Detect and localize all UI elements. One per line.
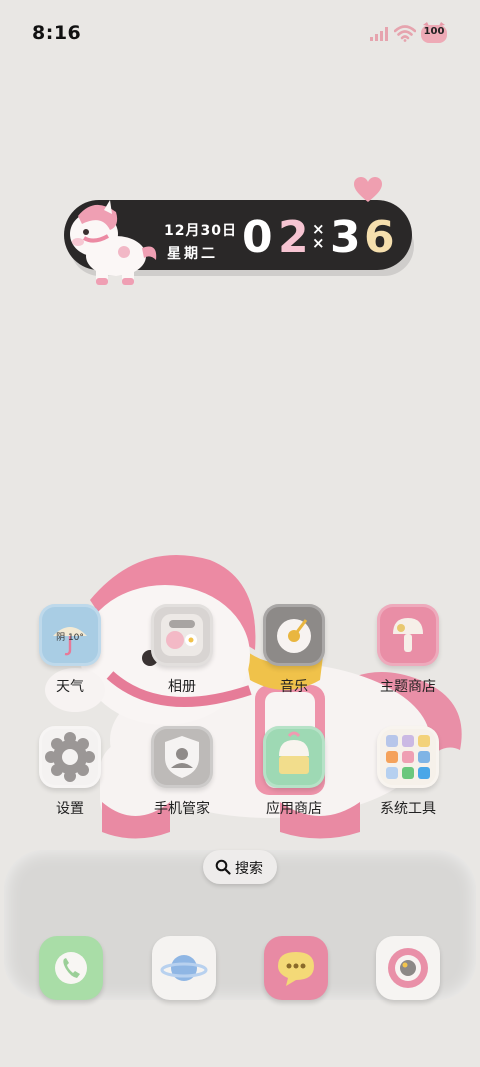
app-gallery-label: 相册 (168, 679, 196, 695)
search-label: 搜索 (235, 861, 263, 877)
app-theme-store[interactable]: 主题商店 (363, 604, 453, 696)
battery-level: 100 (423, 26, 445, 37)
status-time: 8:16 (32, 22, 82, 44)
app-theme-store-label: 主题商店 (380, 679, 436, 695)
widget-weekday: 星期二 (167, 246, 218, 262)
minute-digit-1: 3 (330, 212, 361, 263)
widget-date: 12月30日 (164, 223, 237, 239)
system-tools-folder-icon (377, 726, 439, 788)
wifi-icon (394, 25, 416, 42)
dock-messages-app[interactable] (264, 936, 328, 1000)
weather-summary: 阴 10° (56, 633, 84, 643)
signal-icon (370, 27, 388, 41)
status-bar: 8:16 100 (0, 0, 480, 68)
music-icon (263, 604, 325, 666)
hour-digit-2: 2 (278, 212, 309, 263)
pony-mascot-icon (70, 200, 157, 285)
app-gallery[interactable]: 相册 (137, 604, 227, 696)
gallery-icon (151, 604, 213, 666)
minute-digit-2: 6 (364, 212, 395, 263)
heart-icon (354, 177, 382, 202)
app-system-tools-label: 系统工具 (380, 801, 436, 817)
app-music[interactable]: 音乐 (249, 604, 339, 696)
time-separator-icon: × × (312, 220, 325, 252)
app-store-icon (263, 726, 325, 788)
app-weather[interactable]: 阴 10° 天气 (25, 604, 115, 696)
dock-camera-app[interactable] (376, 936, 440, 1000)
app-store-label: 应用商店 (266, 801, 322, 817)
app-settings[interactable]: 设置 (25, 726, 115, 818)
hour-digit-1: 0 (242, 212, 273, 263)
app-phone-manager[interactable]: 手机管家 (137, 726, 227, 818)
dock-browser-app[interactable] (152, 936, 216, 1000)
weather-umbrella-icon: 阴 10° (39, 604, 101, 666)
phone-manager-shield-icon (151, 726, 213, 788)
messages-icon (278, 952, 314, 986)
theme-store-icon (377, 604, 439, 666)
dock-phone-app[interactable] (39, 936, 103, 1000)
browser-planet-icon (160, 955, 208, 981)
clock-widget[interactable]: 12月30日 星期二 0 2 × × 3 6 (64, 176, 418, 296)
settings-gear-icon (39, 726, 101, 788)
app-music-label: 音乐 (280, 679, 308, 695)
search-button[interactable]: 搜索 (203, 850, 277, 884)
app-phone-manager-label: 手机管家 (154, 801, 210, 817)
app-settings-label: 设置 (56, 801, 84, 817)
camera-icon (388, 948, 428, 988)
app-store[interactable]: 应用商店 (249, 726, 339, 818)
app-weather-label: 天气 (56, 679, 84, 695)
search-icon (215, 859, 231, 875)
battery-indicator: 100 (420, 22, 448, 44)
phone-icon (55, 952, 87, 984)
app-system-tools[interactable]: 系统工具 (363, 726, 453, 818)
